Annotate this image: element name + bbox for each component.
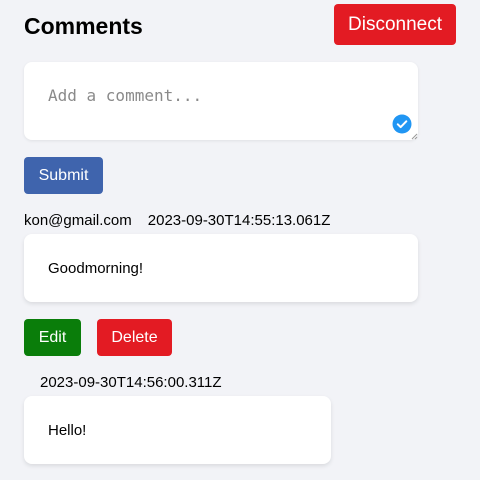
comment-card: Goodmorning! (24, 234, 418, 302)
comment-composer (24, 62, 418, 140)
edit-button[interactable]: Edit (24, 319, 81, 356)
comment-timestamp: 2023-09-30T14:55:13.061Z (147, 212, 331, 229)
comment-input[interactable] (24, 62, 418, 140)
checkmark-icon (392, 114, 412, 134)
submit-button[interactable]: Submit (24, 157, 103, 194)
comment-text: Goodmorning! (48, 259, 144, 277)
resize-grip-icon[interactable] (410, 132, 418, 140)
comments-page: Comments Disconnect Submit kon@gmail.com… (0, 0, 480, 480)
comment-timestamp: 2023-09-30T14:56:00.311Z (40, 374, 222, 391)
delete-button[interactable]: Delete (97, 319, 172, 356)
comment-text: Hello! (48, 421, 87, 439)
disconnect-button[interactable]: Disconnect (334, 4, 456, 45)
comment-author: kon@gmail.com (24, 212, 132, 229)
page-title: Comments (24, 13, 143, 39)
comment-meta: 2023-09-30T14:56:00.311Z (40, 373, 222, 393)
comment-card: Hello! (24, 396, 331, 464)
comment-meta: kon@gmail.com 2023-09-30T14:55:13.061Z (24, 211, 330, 231)
